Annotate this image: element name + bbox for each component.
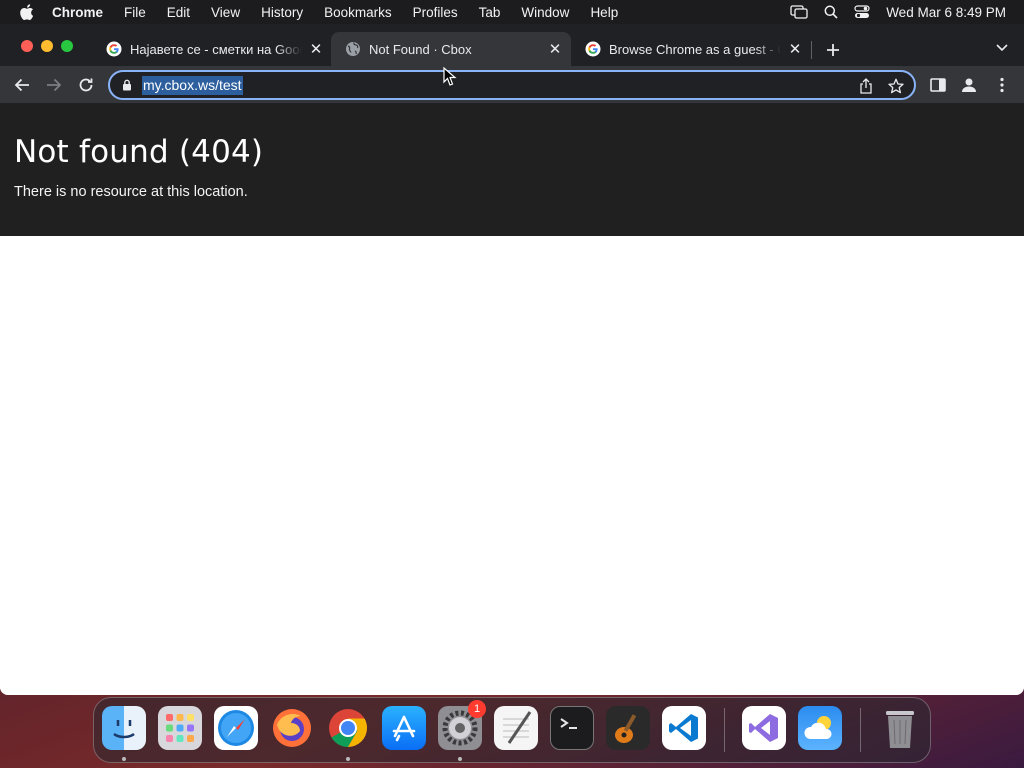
spotlight-search-icon[interactable] bbox=[824, 5, 838, 19]
address-bar[interactable]: my.cbox.ws/test bbox=[108, 70, 916, 100]
dock: 1 bbox=[93, 697, 931, 763]
garageband-icon[interactable] bbox=[606, 706, 650, 750]
visual-studio-icon[interactable] bbox=[742, 706, 786, 750]
menu-app-chrome[interactable]: Chrome bbox=[52, 5, 103, 20]
menu-help[interactable]: Help bbox=[590, 5, 618, 20]
tab-title: Најавете се - сметки на Google bbox=[130, 41, 302, 57]
tab-title: Browse Chrome as a guest - Co bbox=[609, 41, 781, 57]
tab-not-found-cbox[interactable]: Not Found · Cbox ✕ bbox=[331, 32, 571, 66]
textedit-icon[interactable] bbox=[494, 706, 538, 750]
tab-strip: Најавете се - сметки на Google ✕ Not Fou… bbox=[0, 24, 1024, 66]
forward-arrow-icon[interactable] bbox=[44, 75, 64, 95]
running-indicator bbox=[458, 757, 462, 761]
screen-mirroring-icon[interactable] bbox=[790, 5, 808, 19]
menu-bar: Chrome File Edit View History Bookmarks … bbox=[0, 0, 1024, 24]
url-text[interactable]: my.cbox.ws/test bbox=[142, 75, 243, 95]
tab-google-signin[interactable]: Најавете се - сметки на Google ✕ bbox=[92, 32, 332, 66]
window-minimize-button[interactable] bbox=[41, 40, 53, 52]
page-content: Not found (404) There is no resource at … bbox=[0, 104, 1024, 695]
menu-tab[interactable]: Tab bbox=[479, 5, 501, 20]
launchpad-icon[interactable] bbox=[158, 706, 202, 750]
menu-edit[interactable]: Edit bbox=[167, 5, 190, 20]
tab-close-icon[interactable]: ✕ bbox=[308, 41, 324, 58]
tab-title: Not Found · Cbox bbox=[369, 41, 472, 57]
notification-badge: 1 bbox=[468, 700, 486, 718]
profile-avatar-icon[interactable] bbox=[960, 76, 978, 94]
menu-view[interactable]: View bbox=[211, 5, 240, 20]
dock-separator bbox=[724, 708, 725, 752]
control-center-icon[interactable] bbox=[854, 5, 870, 19]
tab-search-chevron-icon[interactable] bbox=[994, 40, 1010, 56]
reload-icon[interactable] bbox=[76, 75, 96, 95]
running-indicator bbox=[122, 757, 126, 761]
tab-close-icon[interactable]: ✕ bbox=[547, 41, 563, 58]
menu-profiles[interactable]: Profiles bbox=[413, 5, 458, 20]
error-header: Not found (404) There is no resource at … bbox=[0, 104, 1024, 236]
safari-icon[interactable] bbox=[214, 706, 258, 750]
system-settings-icon[interactable]: 1 bbox=[438, 700, 486, 750]
dock-separator bbox=[860, 708, 861, 752]
menu-file[interactable]: File bbox=[124, 5, 146, 20]
terminal-icon[interactable] bbox=[550, 706, 594, 750]
page-title: Not found (404) bbox=[14, 134, 264, 170]
running-indicator bbox=[346, 757, 350, 761]
google-icon bbox=[106, 41, 122, 57]
globe-icon bbox=[345, 41, 361, 57]
vscode-icon[interactable] bbox=[662, 706, 706, 750]
tab-separator bbox=[811, 41, 812, 59]
more-menu-icon[interactable] bbox=[993, 76, 1011, 94]
apple-icon[interactable] bbox=[20, 4, 34, 20]
menu-history[interactable]: History bbox=[261, 5, 303, 20]
browser-window: Најавете се - сметки на Google ✕ Not Fou… bbox=[0, 24, 1024, 695]
trash-icon[interactable] bbox=[878, 706, 922, 750]
side-panel-icon[interactable] bbox=[929, 76, 947, 94]
share-icon[interactable] bbox=[858, 78, 874, 94]
browser-toolbar: my.cbox.ws/test bbox=[0, 66, 1024, 104]
chrome-icon[interactable] bbox=[326, 706, 370, 750]
tab-close-icon[interactable]: ✕ bbox=[787, 41, 803, 58]
tab-browse-as-guest[interactable]: Browse Chrome as a guest - Co ✕ bbox=[571, 32, 811, 66]
menubar-clock[interactable]: Wed Mar 6 8:49 PM bbox=[886, 5, 1006, 20]
page-description: There is no resource at this location. bbox=[14, 184, 248, 200]
app-store-icon[interactable] bbox=[382, 706, 426, 750]
back-arrow-icon[interactable] bbox=[12, 75, 32, 95]
menu-window[interactable]: Window bbox=[521, 5, 569, 20]
finder-icon[interactable] bbox=[102, 706, 146, 750]
google-icon bbox=[585, 41, 601, 57]
lock-icon[interactable] bbox=[120, 78, 134, 92]
firefox-icon[interactable] bbox=[270, 706, 314, 750]
weather-icon[interactable] bbox=[798, 706, 842, 750]
bookmark-star-icon[interactable] bbox=[888, 78, 904, 94]
mouse-cursor-icon bbox=[443, 67, 457, 86]
window-maximize-button[interactable] bbox=[61, 40, 73, 52]
new-tab-plus-icon[interactable] bbox=[822, 39, 844, 61]
menu-bookmarks[interactable]: Bookmarks bbox=[324, 5, 392, 20]
window-close-button[interactable] bbox=[21, 40, 33, 52]
